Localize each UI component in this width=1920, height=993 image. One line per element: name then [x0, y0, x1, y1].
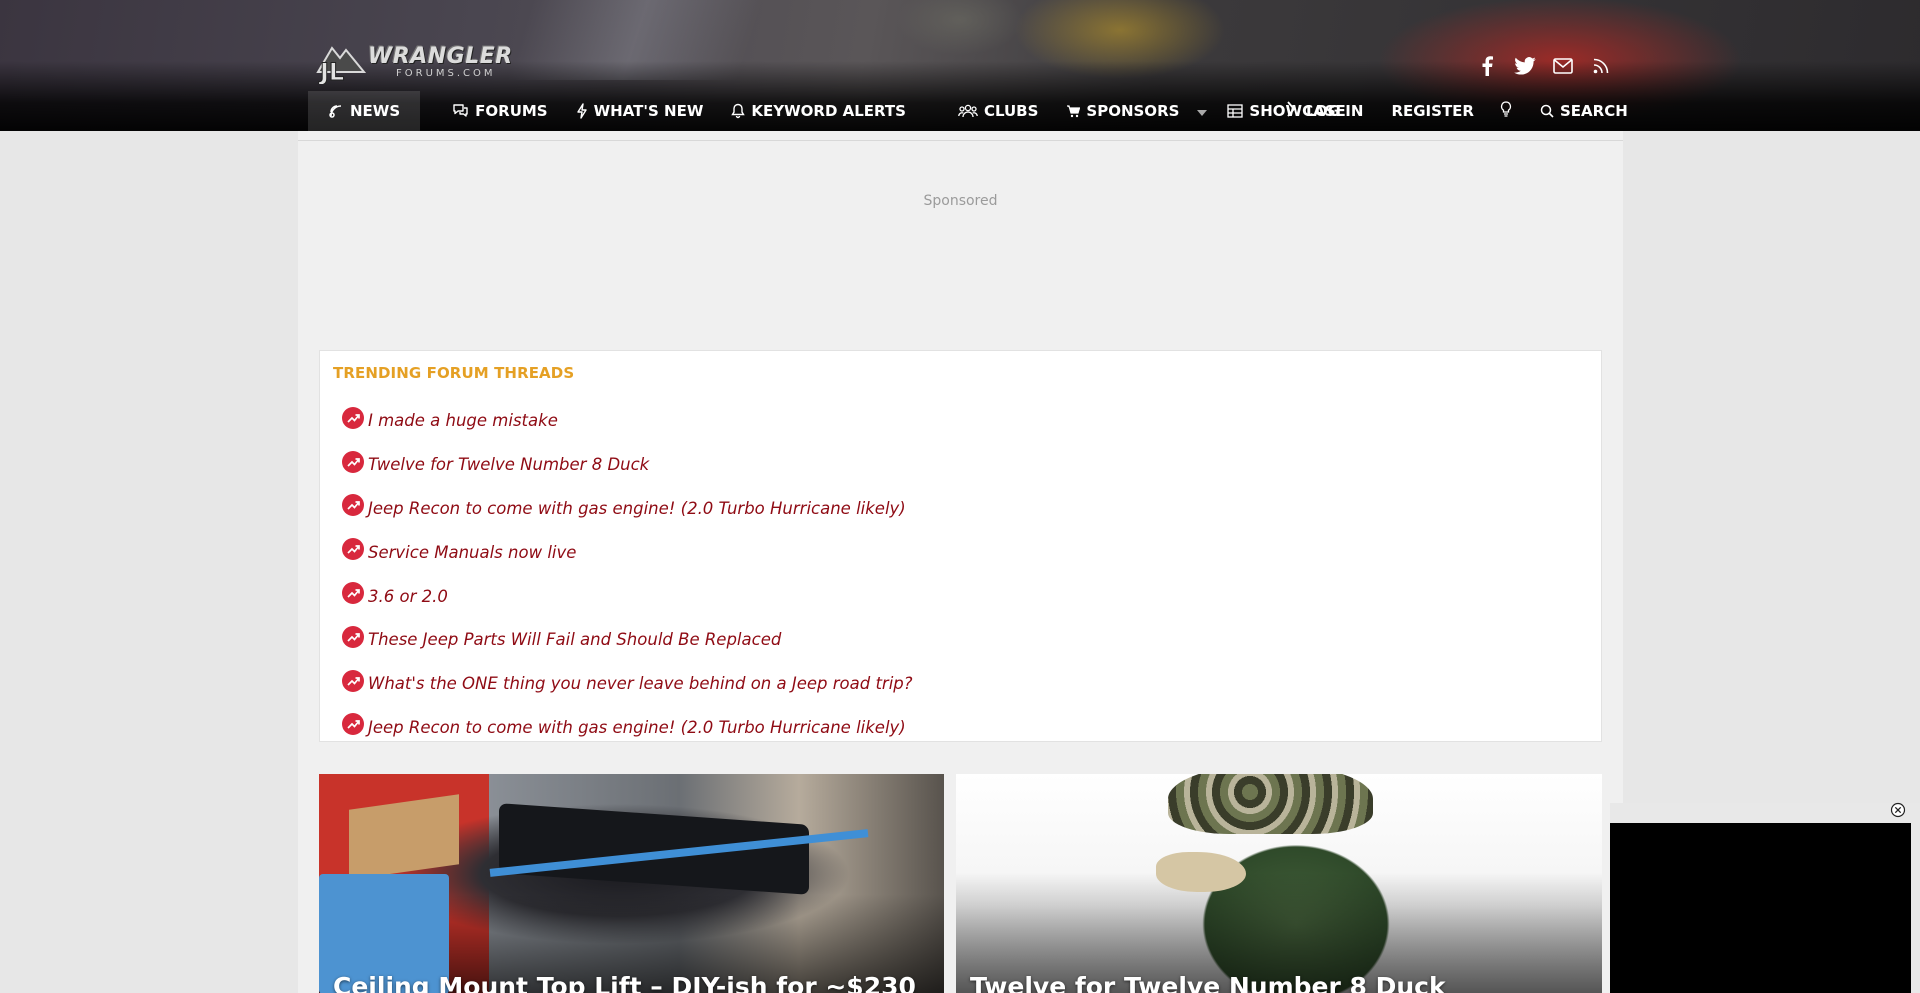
- close-video-button[interactable]: [1889, 802, 1907, 822]
- chevron-right-icon: [1286, 101, 1296, 121]
- nav-scroll-right[interactable]: [1278, 91, 1304, 131]
- svg-text:JL: JL: [318, 58, 344, 84]
- thread-link[interactable]: I made a huge mistake: [368, 411, 558, 430]
- video-player[interactable]: [1610, 823, 1911, 993]
- caret-down-icon: [1197, 102, 1208, 120]
- rss-icon[interactable]: [1582, 54, 1620, 78]
- nav-clubs[interactable]: CLUBS: [944, 91, 1052, 131]
- search-label: SEARCH: [1559, 102, 1628, 120]
- article-card[interactable]: Ceiling Mount Top Lift – DIY-ish for ~$2…: [319, 774, 944, 993]
- bell-icon: [731, 103, 746, 119]
- trending-up-icon: [342, 713, 364, 736]
- facebook-icon[interactable]: [1468, 54, 1506, 78]
- trending-threads-panel: TRENDING FORUM THREADS I made a huge mis…: [319, 350, 1602, 742]
- nav-forums-label: FORUMS: [475, 102, 548, 120]
- sponsored-label: Sponsored: [923, 193, 998, 209]
- card-image-cap: [1168, 774, 1373, 834]
- nav-keyword-alerts[interactable]: KEYWORD ALERTS: [717, 91, 920, 131]
- list-item[interactable]: Twelve for Twelve Number 8 Duck: [342, 443, 913, 487]
- nav-forums[interactable]: FORUMS: [438, 91, 561, 131]
- login-link[interactable]: LOG IN: [1304, 91, 1375, 131]
- list-item[interactable]: These Jeep Parts Will Fail and Should Be…: [342, 618, 913, 662]
- thread-list: I made a huge mistake Twelve for Twelve …: [342, 399, 913, 749]
- card-title: Ceiling Mount Top Lift – DIY-ish for ~$2…: [333, 972, 916, 993]
- table-icon: [1227, 104, 1244, 118]
- nav-news-label: NEWS: [350, 102, 401, 120]
- thread-link[interactable]: Jeep Recon to come with gas engine! (2.0…: [368, 718, 906, 737]
- twitter-icon[interactable]: [1506, 54, 1544, 78]
- search-button[interactable]: SEARCH: [1536, 91, 1632, 131]
- card-image-beak: [1156, 852, 1246, 892]
- list-item[interactable]: Service Manuals now live: [342, 530, 913, 574]
- thread-link[interactable]: Twelve for Twelve Number 8 Duck: [368, 455, 649, 474]
- thread-link[interactable]: These Jeep Parts Will Fail and Should Be…: [368, 630, 781, 649]
- register-link[interactable]: REGISTER: [1375, 91, 1488, 131]
- list-item[interactable]: Jeep Recon to come with gas engine! (2.0…: [342, 706, 913, 750]
- trending-up-icon: [342, 406, 364, 429]
- search-icon: [1540, 104, 1554, 118]
- nav-keyword-alerts-label: KEYWORD ALERTS: [751, 102, 906, 120]
- trending-title: TRENDING FORUM THREADS: [333, 364, 575, 382]
- logo-text: WRANGLER FORUMS.COM: [368, 46, 513, 80]
- trending-up-icon: [342, 494, 364, 517]
- article-card[interactable]: Twelve for Twelve Number 8 Duck: [956, 774, 1602, 993]
- site-logo[interactable]: JL WRANGLER FORUMS.COM: [314, 40, 524, 87]
- trending-up-icon: [342, 538, 364, 561]
- nav-whats-new[interactable]: WHAT'S NEW: [562, 91, 718, 131]
- trending-up-icon: [342, 625, 364, 648]
- trending-up-icon: [342, 450, 364, 473]
- style-toggle[interactable]: [1488, 91, 1536, 131]
- news-icon: [328, 103, 344, 119]
- lightbulb-icon: [1500, 101, 1512, 121]
- list-item[interactable]: I made a huge mistake: [342, 399, 913, 443]
- thread-link[interactable]: 3.6 or 2.0: [368, 587, 448, 606]
- list-item[interactable]: 3.6 or 2.0: [342, 574, 913, 618]
- list-item[interactable]: What's the ONE thing you never leave beh…: [342, 662, 913, 706]
- nav-clubs-label: CLUBS: [983, 102, 1039, 120]
- social-links: [1468, 54, 1620, 78]
- nav-news[interactable]: NEWS: [308, 91, 421, 131]
- main-nav: NEWS FORUMS WHAT'S NEW KEYWORD ALERTS CL…: [308, 91, 1346, 131]
- thread-link[interactable]: Service Manuals now live: [368, 543, 576, 562]
- thread-link[interactable]: What's the ONE thing you never leave beh…: [368, 674, 913, 693]
- chat-icon: [452, 103, 469, 119]
- logo-main-text: WRANGLER: [368, 44, 513, 69]
- nav-whats-new-label: WHAT'S NEW: [593, 102, 704, 120]
- card-image-box: [349, 794, 459, 880]
- list-item[interactable]: Jeep Recon to come with gas engine! (2.0…: [342, 487, 913, 531]
- content-divider: [298, 140, 1623, 141]
- nav-sponsors-dropdown[interactable]: [1183, 91, 1221, 131]
- trending-up-icon: [342, 669, 364, 692]
- close-icon: [1890, 802, 1906, 822]
- nav-sponsors-label: SPONSORS: [1086, 102, 1180, 120]
- nav-sponsors[interactable]: SPONSORS: [1052, 91, 1183, 131]
- banner-road: [507, 0, 763, 80]
- logo-sub-text: FORUMS.COM: [396, 68, 496, 79]
- card-title: Twelve for Twelve Number 8 Duck: [970, 972, 1446, 993]
- thread-link[interactable]: Jeep Recon to come with gas engine! (2.0…: [368, 499, 906, 518]
- jl-logo-mark-icon: JL: [314, 42, 372, 87]
- envelope-icon[interactable]: [1544, 54, 1582, 78]
- nav-right: LOG IN REGISTER SEARCH: [1278, 91, 1632, 131]
- trending-up-icon: [342, 582, 364, 605]
- card-image-top: [499, 803, 809, 895]
- cart-icon: [1066, 104, 1081, 118]
- bolt-icon: [576, 103, 588, 119]
- users-icon: [958, 104, 978, 118]
